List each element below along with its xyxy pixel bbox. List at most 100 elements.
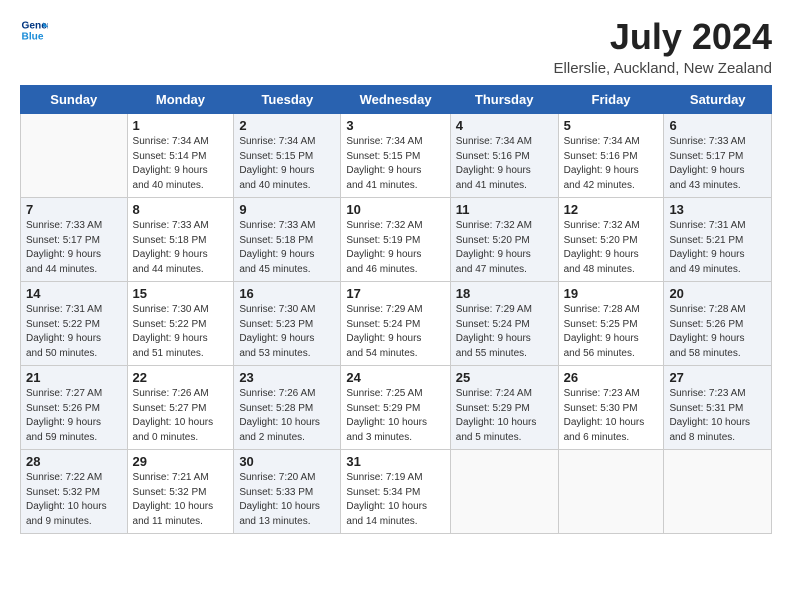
weekday-header-monday: Monday bbox=[127, 86, 234, 114]
calendar-day-26: 26 Sunrise: 7:23 AM Sunset: 5:30 PM Dayli… bbox=[558, 366, 664, 450]
day-info: Sunrise: 7:29 AM Sunset: 5:24 PM Dayligh… bbox=[456, 303, 553, 361]
day-number: 6 bbox=[669, 118, 766, 133]
day-info: Sunrise: 7:32 AM Sunset: 5:20 PM Dayligh… bbox=[456, 219, 553, 277]
calendar-day-20: 20 Sunrise: 7:28 AM Sunset: 5:26 PM Dayli… bbox=[664, 282, 772, 366]
weekday-header-row: SundayMondayTuesdayWednesdayThursdayFrid… bbox=[21, 86, 772, 114]
day-info: Sunrise: 7:32 AM Sunset: 5:20 PM Dayligh… bbox=[564, 219, 659, 277]
calendar-day-15: 15 Sunrise: 7:30 AM Sunset: 5:22 PM Dayli… bbox=[127, 282, 234, 366]
calendar-week-row: 14Sunrise: 7:31 AM Sunset: 5:22 PM Dayli… bbox=[21, 282, 772, 366]
day-number: 13 bbox=[669, 202, 766, 217]
calendar-empty-cell bbox=[21, 114, 128, 198]
calendar-day-2: 2Sunrise: 7:34 AM Sunset: 5:15 PM Daylig… bbox=[234, 114, 341, 198]
main-title: July 2024 bbox=[554, 16, 772, 58]
day-number: 27 bbox=[669, 370, 766, 385]
calendar-day-9: 9 Sunrise: 7:33 AM Sunset: 5:18 PM Daylig… bbox=[234, 198, 341, 282]
day-info: Sunrise: 7:28 AM Sunset: 5:26 PM Dayligh… bbox=[669, 303, 766, 361]
day-number: 9 bbox=[239, 202, 335, 217]
calendar-day-31: 31 Sunrise: 7:19 AM Sunset: 5:34 PM Dayli… bbox=[341, 450, 450, 534]
day-number: 26 bbox=[564, 370, 659, 385]
page: General Blue July 2024 Ellerslie, Auckla… bbox=[0, 0, 792, 612]
logo-icon: General Blue bbox=[20, 16, 48, 44]
day-number: 14 bbox=[26, 286, 122, 301]
day-number: 12 bbox=[564, 202, 659, 217]
day-info: Sunrise: 7:20 AM Sunset: 5:33 PM Dayligh… bbox=[239, 471, 335, 529]
calendar-day-27: 27Sunrise: 7:23 AM Sunset: 5:31 PM Dayli… bbox=[664, 366, 772, 450]
svg-text:Blue: Blue bbox=[22, 31, 44, 42]
day-number: 21 bbox=[26, 370, 122, 385]
day-number: 29 bbox=[133, 454, 229, 469]
calendar-day-1: 1Sunrise: 7:34 AM Sunset: 5:14 PM Daylig… bbox=[127, 114, 234, 198]
day-info: Sunrise: 7:34 AM Sunset: 5:14 PM Dayligh… bbox=[133, 135, 229, 193]
day-info: Sunrise: 7:21 AM Sunset: 5:32 PM Dayligh… bbox=[133, 471, 229, 529]
day-info: Sunrise: 7:26 AM Sunset: 5:27 PM Dayligh… bbox=[133, 387, 229, 445]
weekday-header-saturday: Saturday bbox=[664, 86, 772, 114]
calendar-day-13: 13 Sunrise: 7:31 AM Sunset: 5:21 PM Dayli… bbox=[664, 198, 772, 282]
weekday-header-sunday: Sunday bbox=[21, 86, 128, 114]
day-number: 24 bbox=[346, 370, 444, 385]
calendar-day-7: 7 Sunrise: 7:33 AM Sunset: 5:17 PM Daylig… bbox=[21, 198, 128, 282]
day-number: 23 bbox=[239, 370, 335, 385]
weekday-header-friday: Friday bbox=[558, 86, 664, 114]
day-number: 31 bbox=[346, 454, 444, 469]
calendar-week-row: 21 Sunrise: 7:27 AM Sunset: 5:26 PM Dayli… bbox=[21, 366, 772, 450]
day-number: 3 bbox=[346, 118, 444, 133]
day-info: Sunrise: 7:23 AM Sunset: 5:30 PM Dayligh… bbox=[564, 387, 659, 445]
calendar-day-17: 17Sunrise: 7:29 AM Sunset: 5:24 PM Dayli… bbox=[341, 282, 450, 366]
day-info: Sunrise: 7:24 AM Sunset: 5:29 PM Dayligh… bbox=[456, 387, 553, 445]
day-number: 18 bbox=[456, 286, 553, 301]
logo: General Blue bbox=[20, 16, 48, 44]
calendar-day-21: 21 Sunrise: 7:27 AM Sunset: 5:26 PM Dayli… bbox=[21, 366, 128, 450]
calendar-day-22: 22 Sunrise: 7:26 AM Sunset: 5:27 PM Dayli… bbox=[127, 366, 234, 450]
day-info: Sunrise: 7:34 AM Sunset: 5:15 PM Dayligh… bbox=[346, 135, 444, 193]
calendar-week-row: 1Sunrise: 7:34 AM Sunset: 5:14 PM Daylig… bbox=[21, 114, 772, 198]
day-number: 28 bbox=[26, 454, 122, 469]
calendar-day-4: 4 Sunrise: 7:34 AM Sunset: 5:16 PM Daylig… bbox=[450, 114, 558, 198]
calendar-week-row: 7 Sunrise: 7:33 AM Sunset: 5:17 PM Daylig… bbox=[21, 198, 772, 282]
calendar-day-12: 12 Sunrise: 7:32 AM Sunset: 5:20 PM Dayli… bbox=[558, 198, 664, 282]
day-info: Sunrise: 7:33 AM Sunset: 5:17 PM Dayligh… bbox=[669, 135, 766, 193]
day-info: Sunrise: 7:27 AM Sunset: 5:26 PM Dayligh… bbox=[26, 387, 122, 445]
day-info: Sunrise: 7:31 AM Sunset: 5:21 PM Dayligh… bbox=[669, 219, 766, 277]
day-info: Sunrise: 7:19 AM Sunset: 5:34 PM Dayligh… bbox=[346, 471, 444, 529]
calendar-table: SundayMondayTuesdayWednesdayThursdayFrid… bbox=[20, 85, 772, 534]
day-number: 7 bbox=[26, 202, 122, 217]
day-info: Sunrise: 7:34 AM Sunset: 5:16 PM Dayligh… bbox=[564, 135, 659, 193]
day-number: 25 bbox=[456, 370, 553, 385]
calendar-day-24: 24 Sunrise: 7:25 AM Sunset: 5:29 PM Dayli… bbox=[341, 366, 450, 450]
day-number: 5 bbox=[564, 118, 659, 133]
weekday-header-thursday: Thursday bbox=[450, 86, 558, 114]
day-number: 4 bbox=[456, 118, 553, 133]
calendar-day-3: 3 Sunrise: 7:34 AM Sunset: 5:15 PM Daylig… bbox=[341, 114, 450, 198]
day-info: Sunrise: 7:30 AM Sunset: 5:23 PM Dayligh… bbox=[239, 303, 335, 361]
weekday-header-tuesday: Tuesday bbox=[234, 86, 341, 114]
day-number: 20 bbox=[669, 286, 766, 301]
subtitle: Ellerslie, Auckland, New Zealand bbox=[554, 60, 772, 77]
header: General Blue July 2024 Ellerslie, Auckla… bbox=[20, 16, 772, 77]
day-info: Sunrise: 7:33 AM Sunset: 5:17 PM Dayligh… bbox=[26, 219, 122, 277]
day-info: Sunrise: 7:30 AM Sunset: 5:22 PM Dayligh… bbox=[133, 303, 229, 361]
calendar-day-19: 19Sunrise: 7:28 AM Sunset: 5:25 PM Dayli… bbox=[558, 282, 664, 366]
day-number: 22 bbox=[133, 370, 229, 385]
day-number: 8 bbox=[133, 202, 229, 217]
weekday-header-wednesday: Wednesday bbox=[341, 86, 450, 114]
day-number: 30 bbox=[239, 454, 335, 469]
calendar-day-14: 14Sunrise: 7:31 AM Sunset: 5:22 PM Dayli… bbox=[21, 282, 128, 366]
day-info: Sunrise: 7:34 AM Sunset: 5:16 PM Dayligh… bbox=[456, 135, 553, 193]
day-info: Sunrise: 7:32 AM Sunset: 5:19 PM Dayligh… bbox=[346, 219, 444, 277]
calendar-day-5: 5 Sunrise: 7:34 AM Sunset: 5:16 PM Daylig… bbox=[558, 114, 664, 198]
calendar-day-6: 6 Sunrise: 7:33 AM Sunset: 5:17 PM Daylig… bbox=[664, 114, 772, 198]
calendar-day-8: 8Sunrise: 7:33 AM Sunset: 5:18 PM Daylig… bbox=[127, 198, 234, 282]
day-info: Sunrise: 7:29 AM Sunset: 5:24 PM Dayligh… bbox=[346, 303, 444, 361]
day-info: Sunrise: 7:22 AM Sunset: 5:32 PM Dayligh… bbox=[26, 471, 122, 529]
calendar-day-16: 16 Sunrise: 7:30 AM Sunset: 5:23 PM Dayli… bbox=[234, 282, 341, 366]
day-number: 16 bbox=[239, 286, 335, 301]
day-number: 15 bbox=[133, 286, 229, 301]
calendar-day-28: 28 Sunrise: 7:22 AM Sunset: 5:32 PM Dayli… bbox=[21, 450, 128, 534]
calendar-day-25: 25 Sunrise: 7:24 AM Sunset: 5:29 PM Dayli… bbox=[450, 366, 558, 450]
day-info: Sunrise: 7:33 AM Sunset: 5:18 PM Dayligh… bbox=[239, 219, 335, 277]
day-info: Sunrise: 7:25 AM Sunset: 5:29 PM Dayligh… bbox=[346, 387, 444, 445]
calendar-week-row: 28 Sunrise: 7:22 AM Sunset: 5:32 PM Dayli… bbox=[21, 450, 772, 534]
day-number: 10 bbox=[346, 202, 444, 217]
day-number: 19 bbox=[564, 286, 659, 301]
calendar-empty-cell bbox=[558, 450, 664, 534]
